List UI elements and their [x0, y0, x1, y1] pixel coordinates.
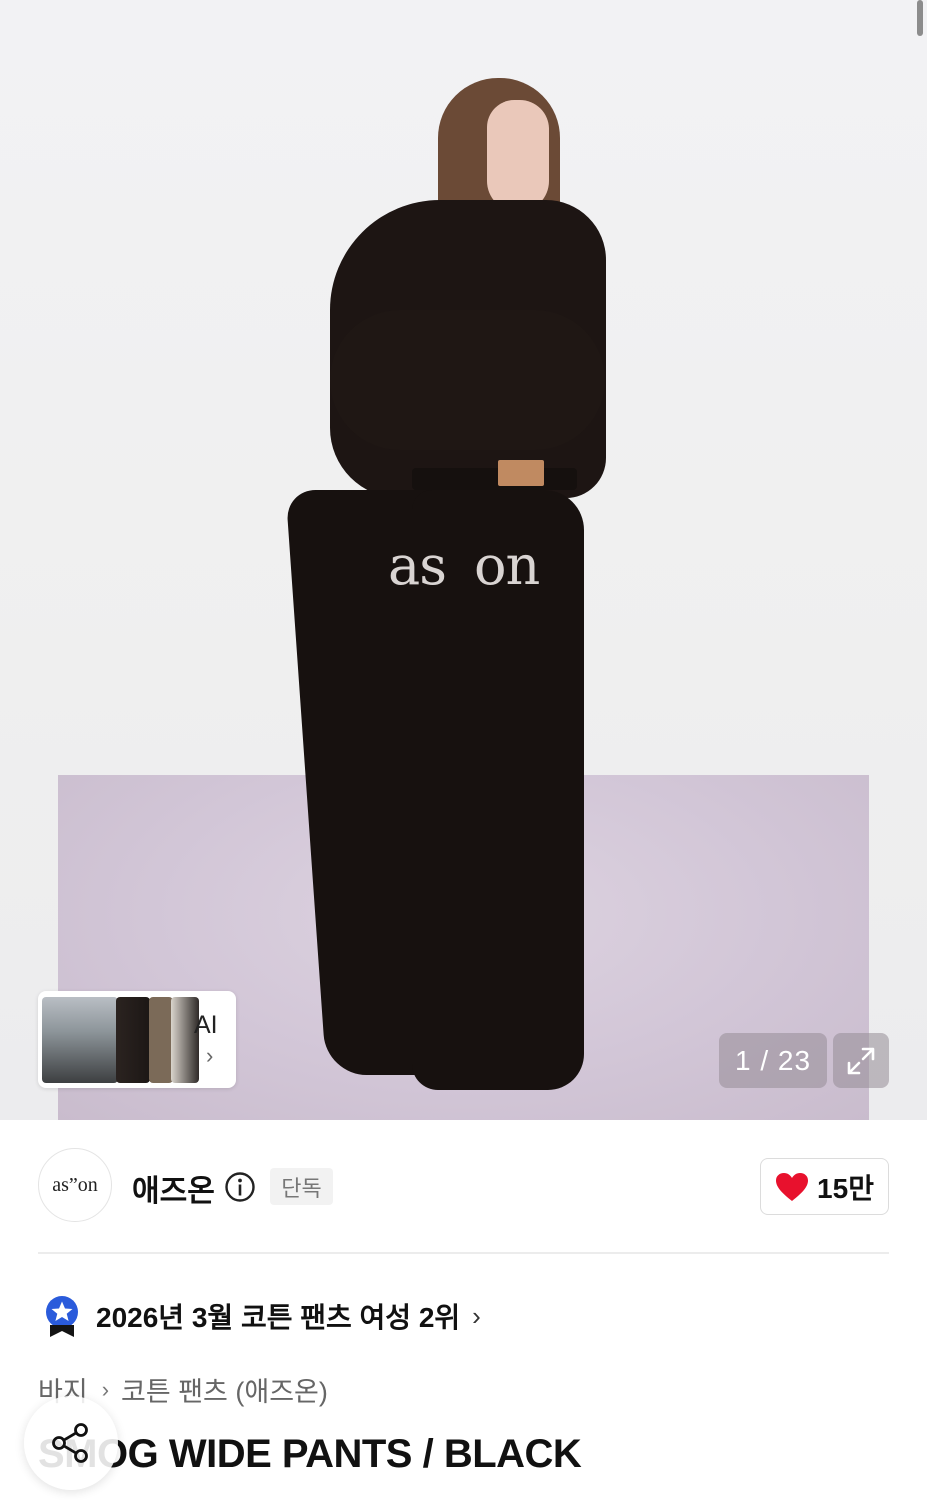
similar-thumbnail — [42, 997, 118, 1083]
brand-row: as”on 애즈온 단독 15만 — [38, 1148, 889, 1226]
model-arm — [330, 310, 605, 450]
fullscreen-button[interactable] — [833, 1033, 889, 1088]
ai-similar-products-button[interactable]: AI › — [38, 991, 236, 1088]
similar-thumbnail — [149, 997, 173, 1083]
chevron-right-icon: › — [206, 1043, 214, 1068]
like-button[interactable]: 15만 — [760, 1158, 889, 1215]
breadcrumb-item-cotton-pants[interactable]: 코튼 팬츠 (애즈온) — [121, 1370, 328, 1409]
share-button[interactable] — [24, 1396, 118, 1490]
expand-icon — [847, 1047, 875, 1074]
pants-leather-label — [498, 460, 544, 486]
chevron-right-icon: › — [101, 1376, 110, 1402]
similar-thumbnail — [171, 997, 199, 1083]
heart-icon — [776, 1172, 809, 1201]
model-face — [487, 100, 549, 212]
pocket-print-right: on — [474, 534, 540, 597]
divider — [38, 1252, 889, 1254]
ranking-link[interactable]: 2026년 3월 코튼 팬츠 여성 2위 › — [44, 1294, 481, 1338]
product-image-gallery[interactable]: as on AI › 1 / 23 — [0, 0, 927, 1120]
ranking-badge-icon — [46, 1296, 78, 1337]
product-title: SMOG WIDE PANTS / BLACK — [38, 1432, 582, 1476]
info-icon[interactable] — [224, 1171, 256, 1203]
brand-logo[interactable]: as”on — [38, 1148, 112, 1222]
share-icon — [52, 1423, 88, 1463]
like-count: 15만 — [817, 1172, 874, 1204]
exclusive-badge: 단독 — [270, 1168, 333, 1205]
model-belt — [412, 468, 577, 490]
ai-label: AI — [194, 1011, 218, 1039]
ranking-text: 2026년 3월 코튼 팬츠 여성 2위 — [96, 1302, 461, 1333]
pocket-print-left: as — [388, 534, 447, 597]
similar-thumbnail — [116, 997, 150, 1083]
chevron-right-icon: › — [472, 1300, 481, 1331]
brand-name[interactable]: 애즈온 — [132, 1166, 215, 1210]
page-scrollbar[interactable] — [917, 0, 923, 36]
image-counter: 1 / 23 — [719, 1033, 827, 1088]
